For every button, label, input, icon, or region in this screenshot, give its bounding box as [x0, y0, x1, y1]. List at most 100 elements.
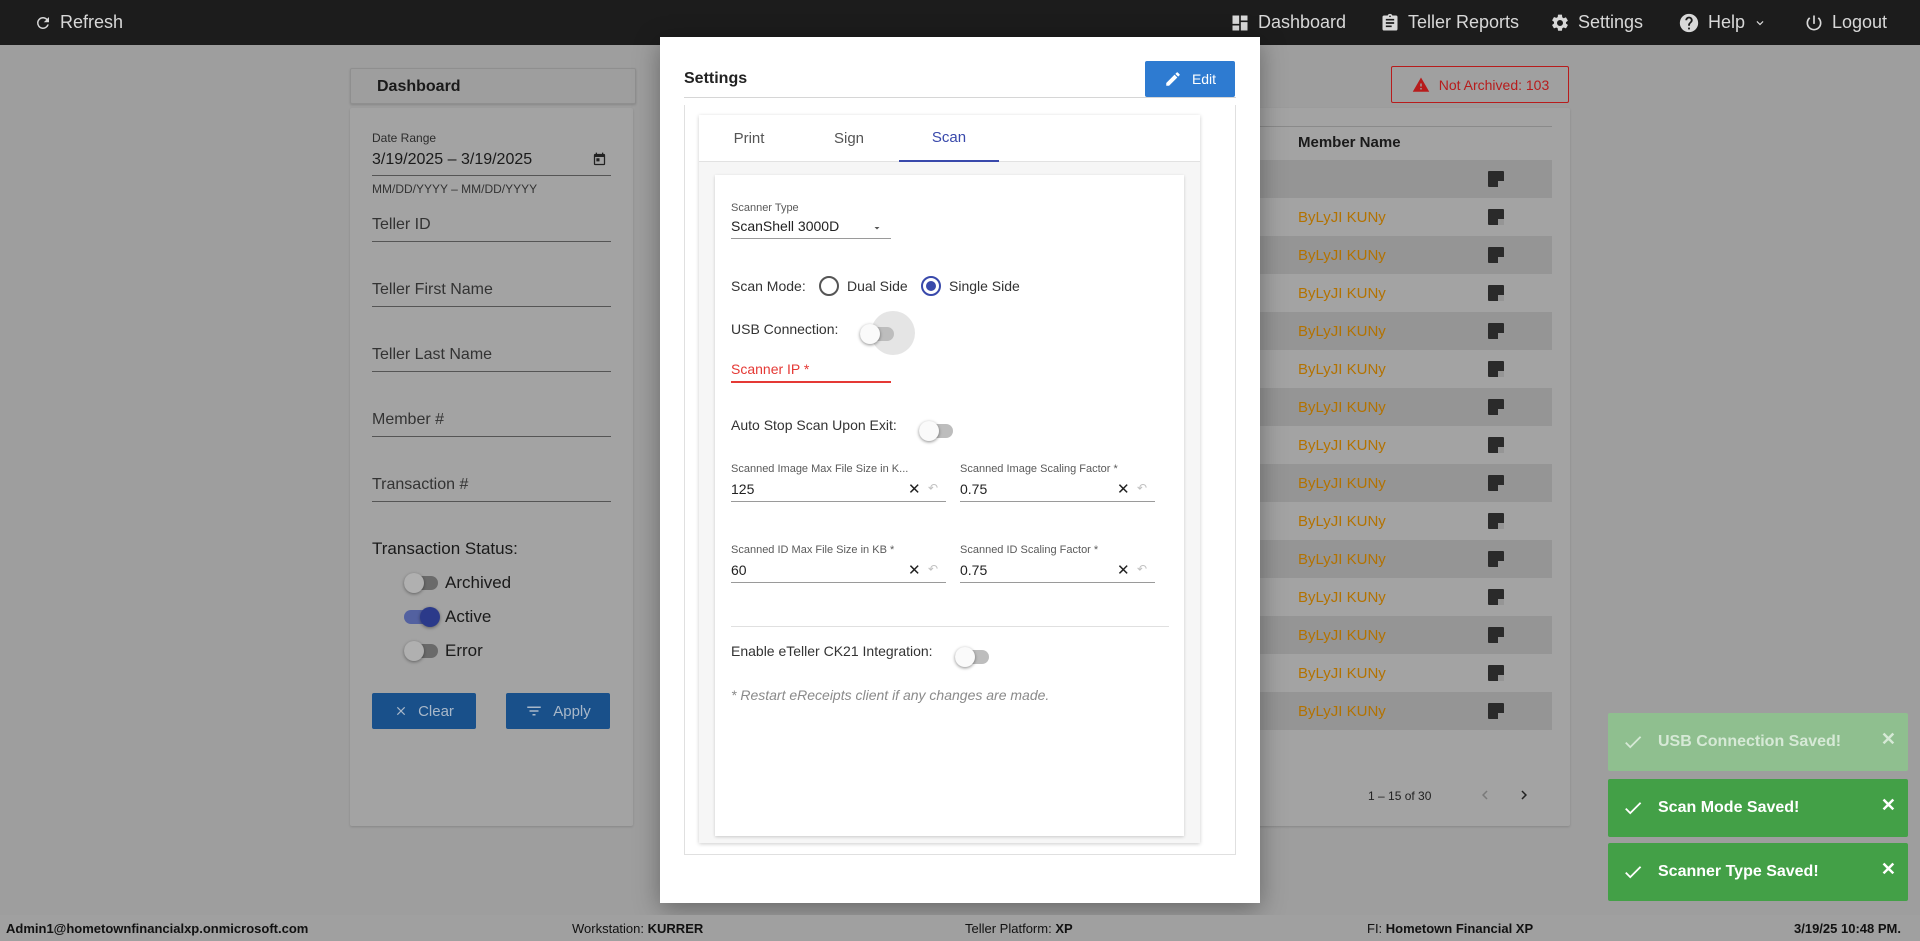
note-icon[interactable]: [1488, 285, 1504, 301]
teller-id-field[interactable]: Teller ID: [372, 216, 431, 234]
image-scaling-clear-icon[interactable]: ✕: [1117, 480, 1130, 498]
table-row[interactable]: ByLyJI KUNy: [1230, 464, 1552, 502]
note-icon[interactable]: [1488, 209, 1504, 225]
note-icon[interactable]: [1488, 551, 1504, 567]
table-row[interactable]: ByLyJI KUNy: [1230, 274, 1552, 312]
note-icon[interactable]: [1488, 323, 1504, 339]
clear-button[interactable]: Clear: [372, 693, 476, 729]
note-icon[interactable]: [1488, 589, 1504, 605]
edit-button[interactable]: Edit: [1145, 61, 1235, 97]
single-side-radio[interactable]: [921, 276, 941, 296]
id-max-size-undo-icon[interactable]: ↶: [928, 562, 938, 576]
note-icon[interactable]: [1488, 475, 1504, 491]
image-scaling-input[interactable]: 0.75: [960, 481, 987, 497]
table-row[interactable]: ByLyJI KUNy: [1230, 654, 1552, 692]
id-scaling-input[interactable]: 0.75: [960, 562, 987, 578]
id-max-size-clear-icon[interactable]: ✕: [908, 561, 921, 579]
refresh-label: Refresh: [60, 12, 124, 32]
member-name-link[interactable]: ByLyJI KUNy: [1298, 551, 1386, 568]
member-name-link[interactable]: ByLyJI KUNy: [1298, 665, 1386, 682]
eteller-integration-toggle[interactable]: [955, 647, 989, 667]
active-toggle[interactable]: [404, 607, 440, 627]
note-icon[interactable]: [1488, 665, 1504, 681]
error-toggle[interactable]: [404, 641, 438, 661]
status-datetime: 3/19/25 10:48 PM.: [1794, 921, 1901, 936]
dual-side-radio[interactable]: [819, 276, 839, 296]
table-row[interactable]: ByLyJI KUNy: [1230, 540, 1552, 578]
member-name-link[interactable]: ByLyJI KUNy: [1298, 513, 1386, 530]
table-row[interactable]: ByLyJI KUNy: [1230, 350, 1552, 388]
toast-close-icon[interactable]: ✕: [1881, 729, 1896, 750]
apply-button[interactable]: Apply: [506, 693, 610, 729]
next-page-button[interactable]: [1515, 786, 1533, 809]
member-name-link[interactable]: ByLyJI KUNy: [1298, 247, 1386, 264]
image-scaling-undo-icon[interactable]: ↶: [1137, 481, 1147, 495]
transaction-number-field[interactable]: Transaction #: [372, 476, 468, 494]
table-row[interactable]: ByLyJI KUNy: [1230, 198, 1552, 236]
scanner-type-select[interactable]: ScanShell 3000D: [731, 218, 839, 234]
table-row[interactable]: ByLyJI KUNy: [1230, 578, 1552, 616]
tab-scan[interactable]: Scan: [899, 115, 999, 162]
table-row[interactable]: ByLyJI KUNy: [1230, 236, 1552, 274]
member-name-link[interactable]: ByLyJI KUNy: [1298, 437, 1386, 454]
table-row[interactable]: ByLyJI KUNy: [1230, 616, 1552, 654]
note-icon[interactable]: [1488, 627, 1504, 643]
auto-stop-toggle[interactable]: [919, 421, 953, 441]
not-archived-badge[interactable]: Not Archived: 103: [1391, 66, 1569, 103]
refresh-button[interactable]: Refresh: [34, 0, 123, 45]
workstation-label: Workstation:: [572, 921, 645, 936]
note-icon[interactable]: [1488, 171, 1504, 187]
nav-help[interactable]: Help: [1678, 0, 1767, 45]
member-number-field[interactable]: Member #: [372, 411, 444, 429]
table-row[interactable]: ByLyJI KUNy: [1230, 388, 1552, 426]
note-icon[interactable]: [1488, 437, 1504, 453]
member-name-link[interactable]: ByLyJI KUNy: [1298, 589, 1386, 606]
fi-value: Hometown Financial XP: [1385, 921, 1534, 936]
member-name-link[interactable]: ByLyJI KUNy: [1298, 323, 1386, 340]
note-icon[interactable]: [1488, 399, 1504, 415]
id-max-size-underline: [731, 582, 946, 583]
table-row[interactable]: ByLyJI KUNy: [1230, 502, 1552, 540]
tab-sign[interactable]: Sign: [799, 115, 899, 162]
member-name-link[interactable]: ByLyJI KUNy: [1298, 475, 1386, 492]
member-name-link[interactable]: ByLyJI KUNy: [1298, 285, 1386, 302]
table-row[interactable]: ByLyJI KUNy: [1230, 692, 1552, 730]
toast-close-icon[interactable]: ✕: [1881, 859, 1896, 880]
member-name-header[interactable]: Member Name: [1298, 134, 1401, 151]
table-row[interactable]: ByLyJI KUNy: [1230, 312, 1552, 350]
note-icon[interactable]: [1488, 361, 1504, 377]
note-icon[interactable]: [1488, 513, 1504, 529]
member-name-link[interactable]: ByLyJI KUNy: [1298, 627, 1386, 644]
image-max-size-label: Scanned Image Max File Size in K...: [731, 463, 909, 475]
usb-connection-toggle[interactable]: [860, 324, 894, 344]
scanner-ip-field[interactable]: Scanner IP *: [731, 361, 809, 377]
archived-toggle[interactable]: [404, 573, 438, 593]
prev-page-button[interactable]: [1476, 786, 1494, 809]
image-max-size-undo-icon[interactable]: ↶: [928, 481, 938, 495]
nav-logout[interactable]: Logout: [1804, 0, 1887, 45]
id-scaling-label: Scanned ID Scaling Factor *: [960, 544, 1099, 556]
id-max-size-input[interactable]: 60: [731, 562, 747, 578]
note-icon[interactable]: [1488, 247, 1504, 263]
member-name-link[interactable]: ByLyJI KUNy: [1298, 209, 1386, 226]
id-scaling-clear-icon[interactable]: ✕: [1117, 561, 1130, 579]
id-scaling-undo-icon[interactable]: ↶: [1137, 562, 1147, 576]
member-name-link[interactable]: ByLyJI KUNy: [1298, 703, 1386, 720]
table-row[interactable]: [1230, 160, 1552, 198]
date-range-input[interactable]: 3/19/2025 – 3/19/2025: [372, 151, 532, 169]
member-name-link[interactable]: ByLyJI KUNy: [1298, 361, 1386, 378]
nav-help-label: Help: [1708, 12, 1746, 32]
image-max-size-input[interactable]: 125: [731, 481, 754, 497]
nav-settings[interactable]: Settings: [1550, 0, 1643, 45]
image-max-size-clear-icon[interactable]: ✕: [908, 480, 921, 498]
member-name-link[interactable]: ByLyJI KUNy: [1298, 399, 1386, 416]
note-icon[interactable]: [1488, 703, 1504, 719]
tab-print[interactable]: Print: [699, 115, 799, 162]
teller-first-name-field[interactable]: Teller First Name: [372, 281, 493, 299]
teller-last-name-field[interactable]: Teller Last Name: [372, 346, 492, 364]
toast-close-icon[interactable]: ✕: [1881, 795, 1896, 816]
dropdown-arrow-icon[interactable]: [871, 221, 883, 239]
calendar-icon[interactable]: [592, 152, 607, 172]
table-row[interactable]: ByLyJI KUNy: [1230, 426, 1552, 464]
nav-teller-reports[interactable]: Teller Reports: [1380, 0, 1519, 45]
